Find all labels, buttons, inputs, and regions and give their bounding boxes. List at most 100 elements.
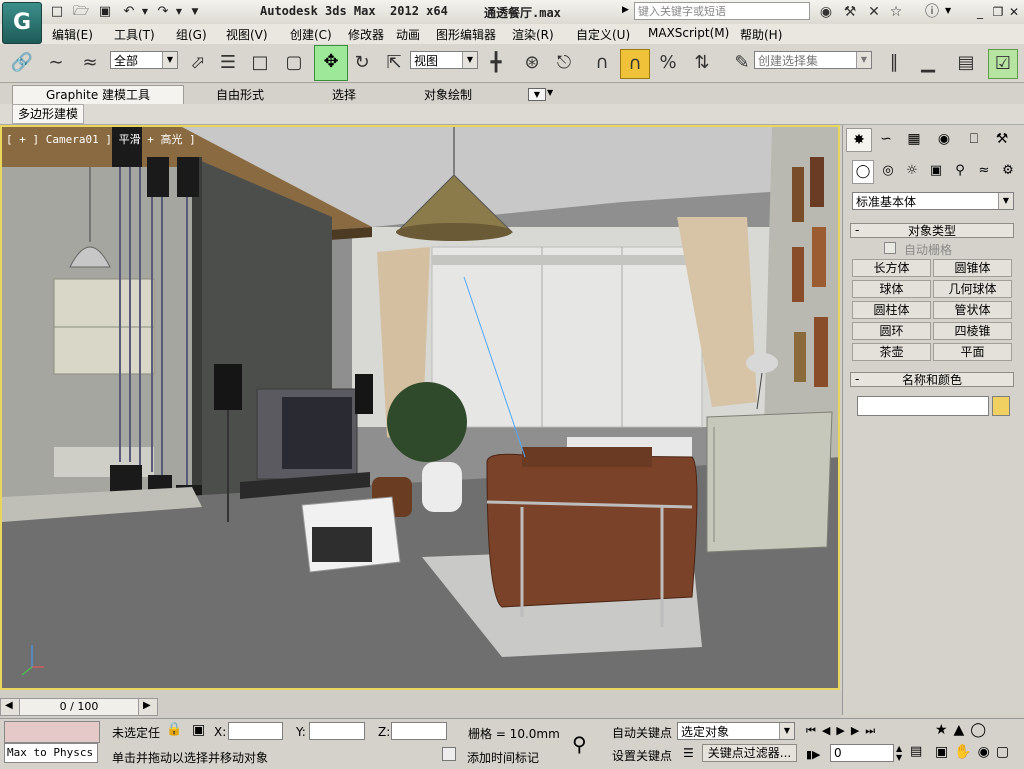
window-crossing-icon[interactable]: ▢	[280, 49, 308, 77]
menu-maxscript[interactable]: MAXScript(M)	[648, 26, 729, 40]
search-expand-icon[interactable]: ▶	[622, 5, 629, 15]
key-mode-dropdown[interactable]: 选定对象 ▼	[677, 722, 795, 740]
y-coordinate-input[interactable]	[309, 722, 365, 740]
utilities-tab-icon[interactable]: ⚒	[990, 128, 1014, 150]
time-next-icon[interactable]: ▶	[143, 700, 151, 711]
select-manipulate-icon[interactable]: ⊛	[518, 49, 546, 77]
tab-graphite-modeling[interactable]: Graphite 建模工具	[46, 86, 150, 103]
key-filters-button[interactable]: 关键点过滤器...	[702, 744, 797, 762]
geosphere-button[interactable]: 几何球体	[933, 280, 1012, 298]
communication-icon[interactable]: ✕	[864, 2, 884, 22]
undo-dropdown-icon[interactable]: ▼	[140, 3, 150, 21]
percent-snap-icon[interactable]: %	[654, 49, 682, 77]
box-button[interactable]: 长方体	[852, 259, 931, 277]
minimize-button[interactable]: _	[972, 4, 988, 20]
snaps-toggle-icon[interactable]: ∩	[588, 49, 616, 77]
absolute-mode-icon[interactable]: ▣	[192, 722, 205, 738]
align-icon[interactable]: ▁	[914, 49, 942, 77]
application-button[interactable]: G	[2, 2, 42, 44]
keyboard-shortcut-override-icon[interactable]: ⎋	[550, 49, 578, 77]
set-key-button[interactable]: 设置关键点	[612, 747, 672, 764]
menu-rendering[interactable]: 渲染(R)	[512, 26, 554, 43]
selection-region-icon[interactable]: □	[246, 49, 274, 77]
ribbon-options-icon[interactable]: ▼	[528, 88, 546, 101]
camera-viewport[interactable]	[0, 125, 840, 690]
search-input[interactable]: 键入关键字或短语	[634, 2, 810, 20]
menu-graph-editors[interactable]: 图形编辑器	[436, 26, 496, 43]
name-and-color-rollout[interactable]: - 名称和颜色	[850, 372, 1014, 387]
reference-coordinate-dropdown[interactable]: 视图 ▼	[410, 51, 478, 69]
time-slider[interactable]: ◀ 0 / 100 ▶	[0, 698, 158, 716]
cone-button[interactable]: 圆锥体	[933, 259, 1012, 277]
motion-tab-icon[interactable]: ◉	[932, 128, 956, 150]
cylinder-button[interactable]: 圆柱体	[852, 301, 931, 319]
shapes-icon[interactable]: ◎	[878, 160, 898, 182]
create-tab-icon[interactable]: ✸	[846, 128, 872, 152]
menu-tools[interactable]: 工具(T)	[114, 26, 155, 43]
key-mode-toggle-icon[interactable]: ▮▶	[806, 748, 821, 761]
selection-lock-icon[interactable]: 🔒	[166, 722, 182, 737]
help-icon[interactable]: ⓘ	[922, 2, 942, 22]
x-coordinate-input[interactable]	[228, 722, 283, 740]
close-button[interactable]: ✕	[1006, 4, 1022, 20]
frame-spinner-icon[interactable]: ▲ ▼	[896, 744, 902, 762]
pyramid-button[interactable]: 四棱锥	[933, 322, 1012, 340]
playback-controls[interactable]: ⏮◀▶▶⏭	[806, 724, 881, 738]
hierarchy-tab-icon[interactable]: ▦	[902, 128, 926, 150]
bind-space-warp-icon[interactable]: ≈	[76, 49, 104, 77]
angle-snap-icon[interactable]: ∩	[620, 49, 650, 79]
time-config-icon[interactable]: ▤	[910, 744, 922, 759]
display-tab-icon[interactable]: ⎕	[962, 128, 986, 150]
current-frame-input[interactable]: 0	[830, 744, 894, 762]
menu-views[interactable]: 视图(V)	[226, 26, 268, 43]
menu-help[interactable]: 帮助(H)	[740, 26, 782, 43]
plane-button[interactable]: 平面	[933, 343, 1012, 361]
rotate-icon[interactable]: ↻	[348, 49, 376, 77]
help-dropdown-icon[interactable]: ▼	[945, 6, 951, 15]
restore-button[interactable]: ❐	[990, 4, 1006, 20]
space-warps-icon[interactable]: ≈	[974, 160, 994, 182]
menu-modifiers[interactable]: 修改器	[348, 26, 384, 43]
graphite-toggle-icon[interactable]: ☑	[988, 49, 1018, 79]
viewport-label[interactable]: [ + ] Camera01 ] 平滑 + 高光 ]	[6, 131, 196, 147]
selection-filter-dropdown[interactable]: 全部 ▼	[110, 51, 178, 69]
geometry-category-dropdown[interactable]: 标准基本体 ▼	[852, 192, 1014, 210]
viewport-nav-bottom-icons[interactable]: ▣✋◉▢	[935, 744, 1015, 760]
named-selection-sets-dropdown[interactable]: 创建选择集 ▼	[754, 51, 872, 69]
teapot-button[interactable]: 茶壶	[852, 343, 931, 361]
autogrid-checkbox[interactable]	[884, 242, 896, 254]
save-icon[interactable]: ▣	[96, 3, 114, 21]
open-file-icon[interactable]: 🗁	[72, 3, 90, 21]
edit-named-selection-icon[interactable]: ✎	[728, 49, 756, 77]
cameras-icon[interactable]: ▣	[926, 160, 946, 182]
add-time-tag[interactable]: 添加时间标记	[467, 749, 539, 766]
select-by-name-icon[interactable]: ☰	[214, 49, 242, 77]
maxscript-mini-listener-pink[interactable]	[4, 721, 100, 743]
scale-icon[interactable]: ⇱	[380, 49, 408, 77]
time-tag-icon[interactable]	[442, 747, 456, 761]
object-name-input[interactable]	[857, 396, 989, 416]
maxscript-mini-listener-white[interactable]: Max to Physcs (	[4, 743, 98, 763]
helpers-icon[interactable]: ⚲	[950, 160, 970, 182]
mirror-icon[interactable]: ∥	[880, 49, 908, 77]
lights-icon[interactable]: ☼	[902, 160, 922, 182]
redo-icon[interactable]: ↷	[154, 3, 172, 21]
key-icon[interactable]: ⚲	[572, 732, 587, 756]
torus-button[interactable]: 圆环	[852, 322, 931, 340]
z-coordinate-input[interactable]	[391, 722, 447, 740]
menu-customize[interactable]: 自定义(U)	[576, 26, 630, 43]
redo-dropdown-icon[interactable]: ▼	[174, 3, 184, 21]
modify-tab-icon[interactable]: ∽	[874, 128, 898, 150]
object-type-rollout[interactable]: - 对象类型	[850, 223, 1014, 238]
unlink-icon[interactable]: ∼	[42, 49, 70, 77]
auto-key-button[interactable]: 自动关键点	[612, 724, 672, 741]
spinner-snap-icon[interactable]: ⇅	[688, 49, 716, 77]
binoculars-icon[interactable]: ◉	[816, 2, 836, 22]
time-prev-icon[interactable]: ◀	[5, 700, 13, 711]
layer-manager-icon[interactable]: ▤	[952, 49, 980, 77]
tab-object-paint[interactable]: 对象绘制	[424, 86, 472, 103]
key-filter-icon[interactable]: ☰	[683, 746, 694, 760]
select-and-move-button[interactable]: ✥	[314, 45, 348, 81]
menu-animation[interactable]: 动画	[396, 26, 420, 43]
link-icon[interactable]: 🔗	[8, 49, 36, 77]
